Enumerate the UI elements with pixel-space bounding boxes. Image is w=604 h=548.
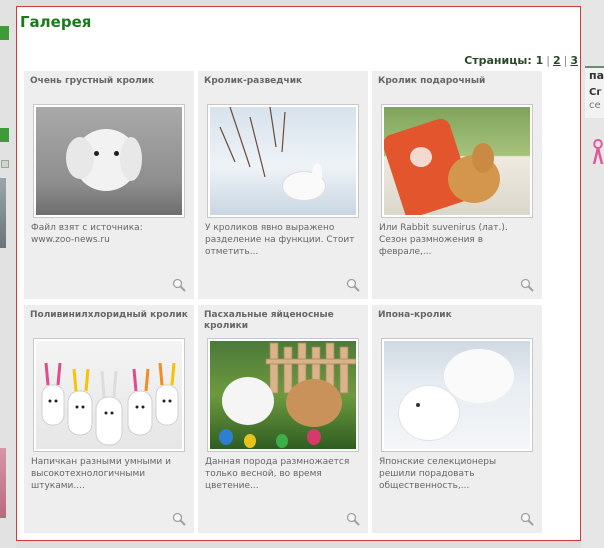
side-box-line: Сг (589, 87, 602, 98)
magnifier-icon[interactable] (520, 511, 534, 526)
card-description: Напичкан разными умными и высокотехнолог… (31, 457, 171, 491)
gallery-card[interactable]: Кролик-разведчик У кроликов явно выражен… (198, 71, 368, 299)
magnifier-icon[interactable] (172, 511, 186, 526)
card-title: Кролик-разведчик (204, 76, 303, 86)
left-photo-strip (0, 178, 6, 248)
gallery-card[interactable]: Очень грустный кролик Файл взят с источн… (24, 71, 194, 299)
card-description: Данная порода размножается только весной… (205, 457, 350, 491)
gallery-panel: Галерея Страницы: 1 | 2 | 3 Очень грустный к… (16, 6, 581, 541)
left-photo-strip (0, 448, 6, 518)
toy-rabbits-photo (36, 341, 182, 449)
card-thumbnail[interactable] (207, 338, 359, 452)
card-description: Японские селекционеры решили порадовать … (379, 457, 497, 491)
japanese-rabbits-photo (384, 341, 530, 449)
page-separator: | (546, 54, 550, 67)
card-title: Пасхальные яйценосные кролики (204, 310, 334, 331)
gallery-card[interactable]: Пасхальные яйценосные кролики Данная пор… (198, 305, 368, 533)
side-box-line: се (589, 100, 601, 111)
card-thumbnail[interactable] (381, 104, 533, 218)
side-box-heading: па (589, 69, 604, 82)
rabbit-in-mug-photo (384, 107, 530, 215)
gallery-card[interactable]: Кролик подарочный Или Rabbit suvenirus (… (372, 71, 542, 299)
page-separator: | (563, 54, 568, 67)
card-description: У кроликов явно выражено разделение на ф… (205, 223, 355, 257)
card-title: Ипона-кролик (378, 310, 452, 320)
left-green-tab (0, 128, 9, 142)
left-background-column (0, 0, 16, 548)
gallery-title: Галерея (20, 13, 92, 31)
card-description: Файл взят с источника: www.zoo-news.ru (31, 223, 143, 245)
pagination-label: Страницы: (464, 54, 532, 67)
card-thumbnail[interactable] (33, 104, 185, 218)
card-thumbnail[interactable] (33, 338, 185, 452)
page-link-3[interactable]: 3 (570, 54, 578, 67)
card-thumbnail[interactable] (207, 104, 359, 218)
card-thumbnail[interactable] (381, 338, 533, 452)
card-title: Кролик подарочный (378, 76, 486, 86)
white-rabbit-photo (36, 107, 182, 215)
card-title: Поливинилхлоридный кролик (30, 310, 188, 320)
magnifier-icon[interactable] (346, 277, 360, 292)
pagination: Страницы: 1 | 2 | 3 (464, 54, 578, 67)
left-small-button[interactable] (1, 160, 9, 168)
easter-rabbits-photo (210, 341, 356, 449)
snow-rabbit-photo (210, 107, 356, 215)
card-description: Или Rabbit suvenirus (лат.). Сезон размн… (379, 223, 508, 257)
left-green-tab (0, 26, 9, 40)
gallery-grid: Очень грустный кролик Файл взят с источн… (24, 71, 542, 533)
magnifier-icon[interactable] (172, 277, 186, 292)
right-side-box: па Сг се (585, 66, 604, 118)
gallery-card[interactable]: Поливинилхлоридный кролик Напичкан разны… (24, 305, 194, 533)
gallery-card[interactable]: Ипона-кролик Японские селекционеры решил… (372, 305, 542, 533)
card-title: Очень грустный кролик (30, 76, 155, 86)
page-link-2[interactable]: 2 (553, 54, 561, 67)
magnifier-icon[interactable] (520, 277, 534, 292)
pink-ribbon-icon (592, 138, 604, 168)
magnifier-icon[interactable] (346, 511, 360, 526)
